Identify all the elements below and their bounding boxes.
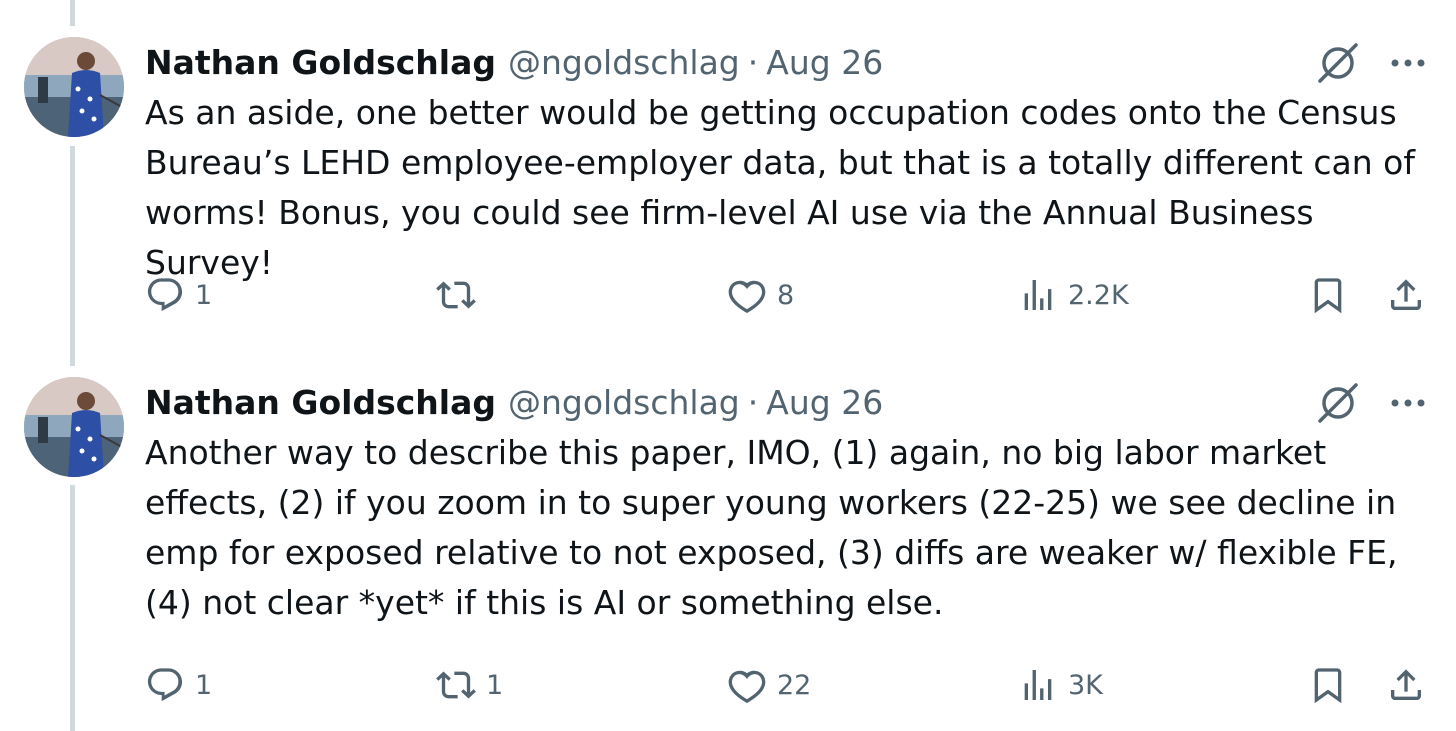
- grok-icon[interactable]: [1314, 381, 1362, 425]
- share-button[interactable]: [1386, 265, 1426, 325]
- tweet-actions: 1 1 22 3K: [0, 655, 1456, 715]
- reply-count: 1: [195, 669, 213, 701]
- like-button[interactable]: 8: [727, 265, 794, 325]
- avatar[interactable]: [24, 377, 124, 477]
- tweet-actions: 1 8 2.2K: [0, 265, 1456, 325]
- tweet-header: Nathan Goldschlag @ngoldschlag · Aug 26: [145, 377, 883, 427]
- bookmark-button[interactable]: [1308, 655, 1348, 715]
- avatar-image: [24, 377, 124, 477]
- author-name[interactable]: Nathan Goldschlag: [145, 43, 496, 82]
- thread-line-top: [70, 0, 75, 26]
- reply-button[interactable]: 1: [145, 655, 212, 715]
- tweet[interactable]: Nathan Goldschlag @ngoldschlag · Aug 26 …: [0, 377, 1456, 731]
- tweet-header: Nathan Goldschlag @ngoldschlag · Aug 26: [145, 37, 883, 87]
- reply-icon: [147, 668, 183, 702]
- bookmark-icon: [1314, 668, 1342, 704]
- author-handle[interactable]: @ngoldschlag: [508, 43, 740, 82]
- tweet-text: Another way to describe this paper, IMO,…: [145, 433, 1398, 622]
- author-name[interactable]: Nathan Goldschlag: [145, 383, 496, 422]
- views-icon: [1024, 670, 1052, 700]
- views-button[interactable]: 3K: [1018, 655, 1103, 715]
- views-count: 2.2K: [1068, 279, 1129, 311]
- avatar-image: [24, 37, 124, 137]
- bookmark-icon: [1314, 278, 1342, 314]
- views-button[interactable]: 2.2K: [1018, 265, 1129, 325]
- tweet-text: As an aside, one better would be getting…: [145, 93, 1415, 282]
- repost-button[interactable]: [436, 265, 486, 325]
- share-button[interactable]: [1386, 655, 1426, 715]
- tweet-date[interactable]: Aug 26: [766, 43, 883, 82]
- repost-icon: [436, 671, 476, 699]
- share-icon: [1391, 669, 1421, 700]
- heart-icon: [728, 670, 766, 704]
- like-count: 22: [777, 669, 812, 701]
- more-icon[interactable]: [1386, 385, 1430, 421]
- author-handle[interactable]: @ngoldschlag: [508, 383, 740, 422]
- repost-button[interactable]: 1: [436, 655, 503, 715]
- views-icon: [1024, 280, 1052, 310]
- tweet[interactable]: Nathan Goldschlag @ngoldschlag · Aug 26 …: [0, 37, 1456, 337]
- reply-icon: [147, 278, 183, 312]
- reply-count: 1: [195, 279, 213, 311]
- tweet-date[interactable]: Aug 26: [766, 383, 883, 422]
- repost-icon: [436, 281, 476, 309]
- bookmark-button[interactable]: [1308, 265, 1348, 325]
- share-icon: [1391, 279, 1421, 310]
- avatar[interactable]: [24, 37, 124, 137]
- heart-icon: [728, 280, 766, 314]
- reply-button[interactable]: 1: [145, 265, 212, 325]
- views-count: 3K: [1068, 669, 1103, 701]
- separator-dot: ·: [747, 42, 759, 82]
- more-icon[interactable]: [1386, 45, 1430, 81]
- repost-count: 1: [486, 669, 504, 701]
- separator-dot: ·: [747, 382, 759, 422]
- grok-icon[interactable]: [1314, 41, 1362, 85]
- like-button[interactable]: 22: [727, 655, 811, 715]
- like-count: 8: [777, 279, 795, 311]
